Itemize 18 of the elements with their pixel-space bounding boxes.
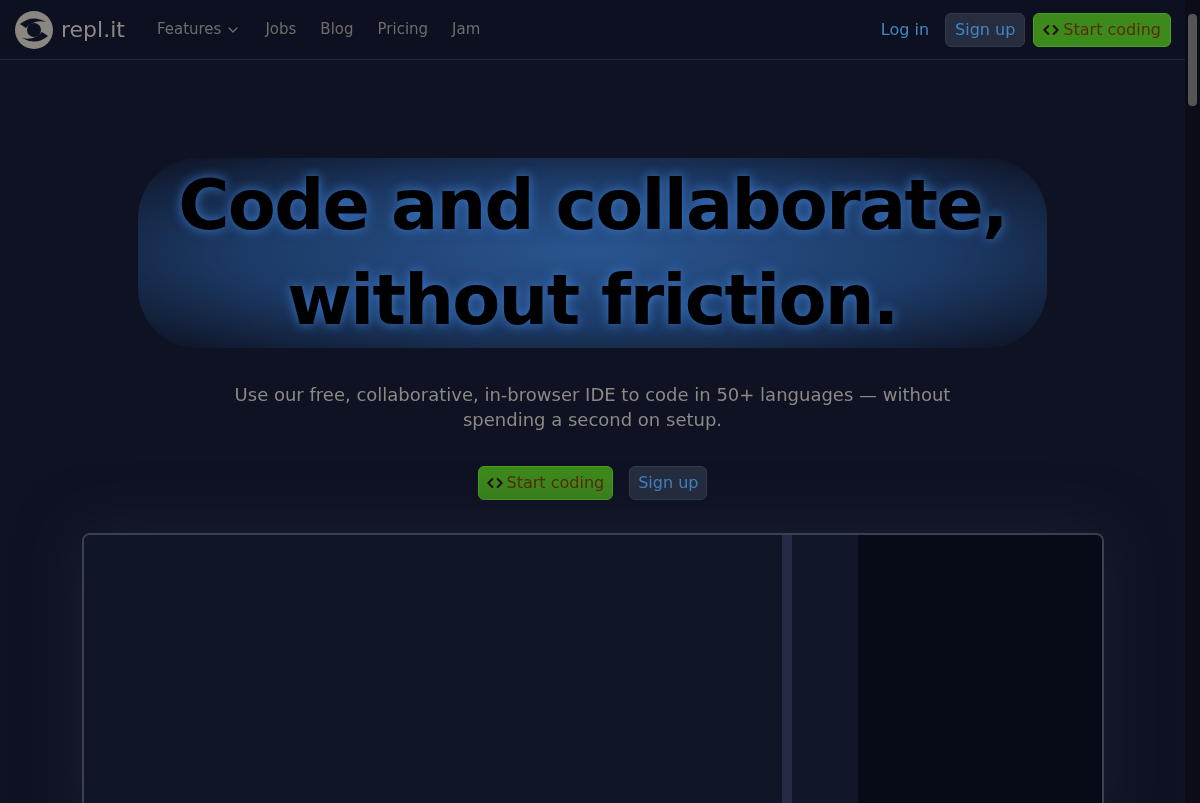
log-in-link[interactable]: Log in (880, 17, 930, 42)
nav-link[interactable]: Pricing (365, 18, 441, 41)
hero-subtitle: Use our free, collaborative, in-browser IDE to code in 50+ languages — without spending a second on setup. (233, 383, 952, 432)
sign-up-button[interactable]: Sign up (629, 466, 708, 500)
sign-up-button[interactable]: Sign up (945, 12, 1026, 47)
scrollbar-thumb[interactable] (1188, 14, 1197, 106)
hero-headline: without friction. (287, 258, 898, 343)
nav-link[interactable]: Jobs (253, 18, 309, 41)
logo-wordmark[interactable]: repl.it (61, 13, 125, 46)
swirl-logo-icon (14, 9, 54, 50)
hero-headline: Code and collaborate, (178, 163, 1007, 248)
start-coding-button[interactable]: Start coding (1033, 12, 1171, 47)
nav-link[interactable]: Features (144, 18, 254, 41)
nav-link[interactable]: Blog (308, 18, 366, 41)
nav-link[interactable]: Jam (440, 18, 493, 41)
scrollbar[interactable] (1185, 0, 1200, 803)
start-coding-button[interactable]: Start coding (477, 466, 614, 500)
code-brackets-icon (486, 475, 503, 491)
